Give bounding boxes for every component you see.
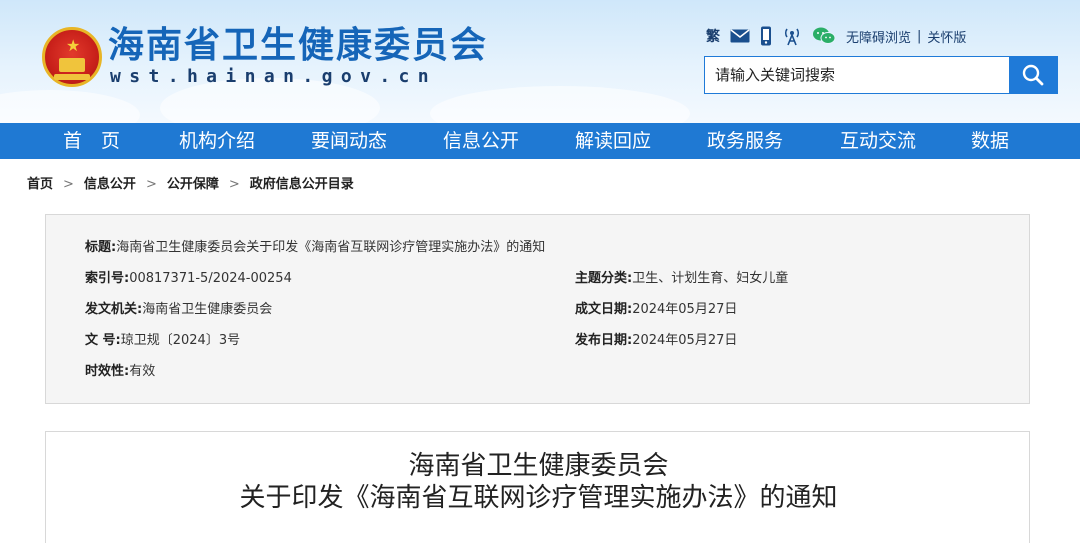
main-nav: 首 页 机构介绍 要闻动态 信息公开 解读回应 政务服务 互动交流 数据 — [0, 123, 1080, 159]
nav-item-data[interactable]: 数据 — [971, 123, 1009, 159]
info-written-date-label: 成文日期: — [575, 302, 633, 317]
info-title-row: 标题:海南省卫生健康委员会关于印发《海南省互联网诊疗管理实施办法》的通知 — [85, 239, 545, 257]
document-info-box: 标题:海南省卫生健康委员会关于印发《海南省互联网诊疗管理实施办法》的通知 索引号… — [45, 214, 1030, 404]
info-issuer-row: 发文机关:海南省卫生健康委员会 — [85, 301, 272, 319]
breadcrumb-catalog[interactable]: 政府信息公开目录 — [250, 175, 354, 195]
accessible-browsing-link[interactable]: 无障碍浏览 — [846, 27, 911, 46]
breadcrumb: 首页 > 信息公开 > 公开保障 > 政府信息公开目录 — [27, 175, 354, 195]
info-topic-label: 主题分类: — [575, 271, 633, 286]
national-emblem-logo[interactable]: ★ — [42, 27, 102, 87]
breadcrumb-separator: > — [63, 177, 74, 192]
header-cloud-decoration — [430, 86, 690, 123]
info-docno-label: 文 号: — [85, 333, 121, 348]
broadcast-tower-icon[interactable] — [782, 26, 802, 46]
breadcrumb-separator: > — [228, 177, 240, 192]
article-title-line1: 海南省卫生健康委员会 — [408, 451, 669, 481]
info-title-label: 标题: — [85, 240, 117, 255]
article-content: 海南省卫生健康委员会 关于印发《海南省互联网诊疗管理实施办法》的通知 — [45, 431, 1030, 543]
traditional-chinese-button[interactable]: 繁 — [706, 26, 720, 46]
emblem-base — [54, 74, 90, 80]
breadcrumb-disclosure-guarantee[interactable]: 公开保障 — [167, 175, 219, 195]
search-icon — [1022, 64, 1044, 86]
email-icon[interactable] — [730, 29, 750, 43]
info-topic-row: 主题分类:卫生、计划生育、妇女儿童 — [575, 270, 788, 288]
site-header: ★ 海南省卫生健康委员会 wst.hainan.gov.cn 繁 无障碍浏览 |… — [0, 0, 1080, 123]
nav-item-interpretation[interactable]: 解读回应 — [575, 123, 651, 159]
info-index-value: 00817371-5/2024-00254 — [129, 271, 292, 286]
site-title[interactable]: 海南省卫生健康委员会 — [108, 24, 488, 68]
article-title-line2: 关于印发《海南省互联网诊疗管理实施办法》的通知 — [239, 483, 838, 513]
nav-item-home[interactable]: 首 页 — [63, 123, 120, 159]
info-index-label: 索引号: — [85, 271, 130, 286]
nav-item-about[interactable]: 机构介绍 — [179, 123, 255, 159]
emblem-star-icon: ★ — [66, 36, 81, 55]
search-input[interactable] — [705, 57, 1009, 93]
info-docno-value: 琼卫规〔2024〕3号 — [120, 333, 241, 348]
info-validity-label: 时效性: — [85, 364, 130, 379]
info-topic-value: 卫生、计划生育、妇女儿童 — [632, 271, 789, 286]
info-published-date-value: 2024年05月27日 — [632, 333, 738, 348]
nav-item-news[interactable]: 要闻动态 — [311, 123, 387, 159]
nav-item-interaction[interactable]: 互动交流 — [840, 123, 916, 159]
nav-item-info-disclosure[interactable]: 信息公开 — [443, 123, 519, 159]
info-published-date-label: 发布日期: — [575, 333, 633, 348]
info-written-date-row: 成文日期:2024年05月27日 — [575, 301, 737, 319]
info-index-row: 索引号:00817371-5/2024-00254 — [85, 270, 292, 288]
breadcrumb-home[interactable]: 首页 — [27, 175, 53, 195]
info-validity-row: 时效性:有效 — [85, 363, 155, 381]
header-toolbar: 繁 无障碍浏览 | 关怀版 — [706, 24, 966, 48]
info-docno-row: 文 号:琼卫规〔2024〕3号 — [85, 332, 240, 350]
info-validity-value: 有效 — [129, 364, 156, 379]
info-published-date-row: 发布日期:2024年05月27日 — [575, 332, 737, 350]
care-version-link[interactable]: 关怀版 — [927, 27, 966, 46]
breadcrumb-info-disclosure[interactable]: 信息公开 — [84, 175, 136, 195]
breadcrumb-separator: > — [145, 177, 157, 192]
site-domain: wst.hainan.gov.cn — [110, 66, 438, 87]
info-written-date-value: 2024年05月27日 — [632, 302, 738, 317]
header-cloud-decoration — [0, 90, 140, 123]
info-title-value: 海南省卫生健康委员会关于印发《海南省互联网诊疗管理实施办法》的通知 — [116, 240, 546, 255]
search-button[interactable] — [1009, 57, 1057, 93]
nav-item-services[interactable]: 政务服务 — [707, 123, 783, 159]
emblem-gate — [59, 58, 85, 72]
mobile-icon[interactable] — [760, 26, 772, 46]
info-issuer-value: 海南省卫生健康委员会 — [142, 302, 273, 317]
info-issuer-label: 发文机关: — [85, 302, 143, 317]
search-box — [704, 56, 1058, 94]
toolbar-separator: | — [917, 28, 922, 44]
wechat-icon[interactable] — [812, 26, 836, 46]
